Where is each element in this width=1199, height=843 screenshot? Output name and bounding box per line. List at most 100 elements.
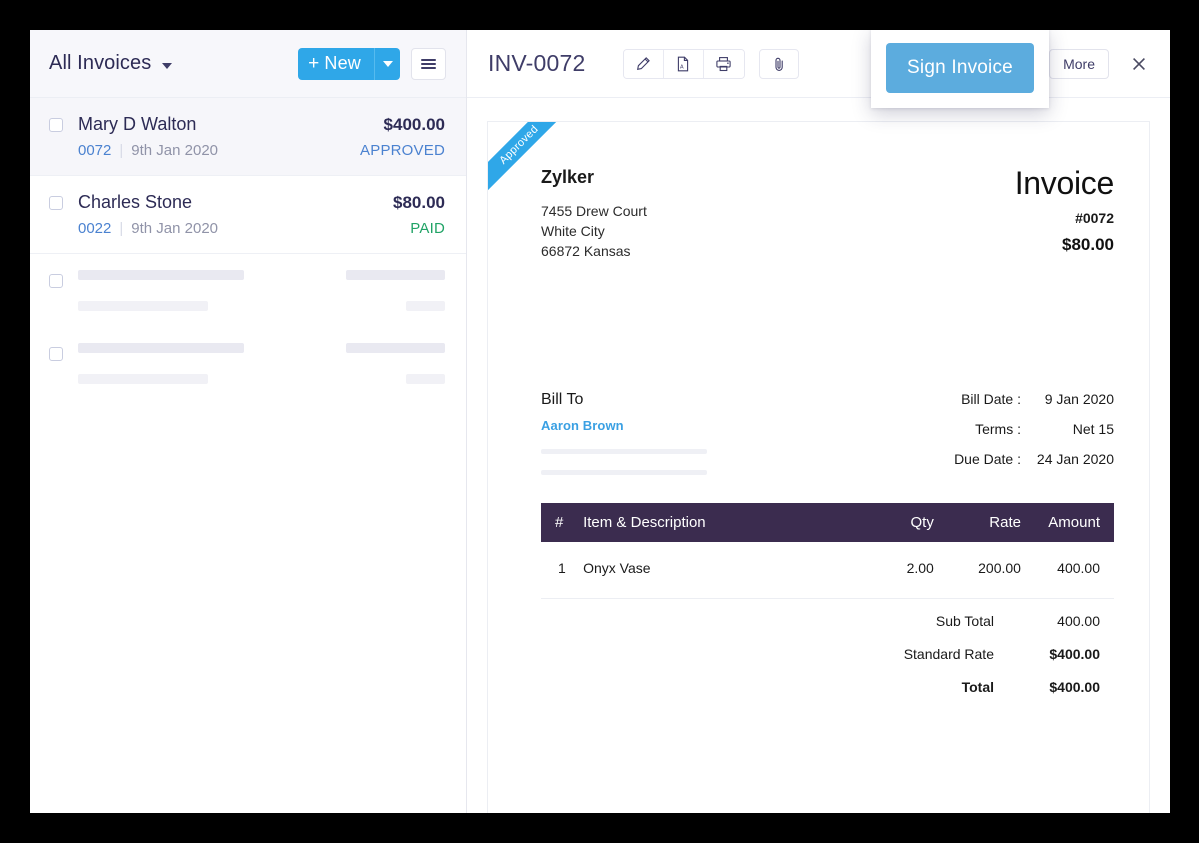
total-label: Sub Total	[935, 613, 994, 629]
placeholder-bar	[406, 301, 445, 311]
placeholder-body	[78, 343, 445, 384]
sign-invoice-button[interactable]: Sign Invoice	[886, 43, 1034, 93]
invoice-number: 0072	[78, 142, 112, 159]
placeholder-line	[78, 270, 445, 280]
date-label: Due Date :	[954, 451, 1021, 467]
total-row-grand-total: Total $400.00	[541, 679, 1114, 695]
list-title: All Invoices	[49, 52, 152, 74]
list-item-placeholder	[30, 254, 466, 327]
invoice-totals: Sub Total 400.00 Standard Rate $400.00 T…	[541, 613, 1114, 695]
address-line-3: 66872 Kansas	[541, 243, 631, 259]
total-value: $400.00	[1049, 646, 1100, 662]
total-label: Total	[961, 679, 994, 695]
sidebar-header: All Invoices + New	[30, 30, 466, 98]
bill-to-block: Bill To Aaron Brown	[541, 391, 707, 475]
list-item-primary-line: Charles Stone $80.00	[78, 192, 445, 213]
total-row-subtotal: Sub Total 400.00	[541, 613, 1114, 629]
separator: |	[119, 142, 124, 159]
row-checkbox[interactable]	[49, 274, 63, 288]
date-value: 9 Jan 2020	[1044, 391, 1114, 407]
page-title: INV-0072	[488, 50, 586, 76]
detail-toolbar: INV-0072 A More Sign Invoice	[467, 30, 1170, 108]
list-options-button[interactable]	[411, 47, 446, 80]
edit-pencil-icon	[637, 56, 650, 70]
plus-icon: +	[308, 53, 320, 74]
close-x-icon	[1133, 57, 1145, 70]
new-button-group: + New	[298, 47, 400, 80]
row-checkbox[interactable]	[49, 196, 63, 210]
attachment-paperclip-icon-button[interactable]	[758, 48, 799, 79]
svg-text:A: A	[680, 64, 684, 70]
invoice-filter-dropdown[interactable]: All Invoices	[49, 52, 173, 75]
invoice-detail-pane: INV-0072 A More Sign Invoice Approved Zy…	[467, 30, 1170, 813]
placeholder-line	[78, 343, 445, 353]
more-button[interactable]: More	[1049, 48, 1109, 79]
placeholder-bar	[78, 301, 208, 311]
invoice-header-amount: $80.00	[1062, 235, 1114, 254]
date-row: Due Date : 24 Jan 2020	[954, 451, 1114, 467]
table-row: 1 Onyx Vase 2.00 200.00 400.00	[541, 542, 1114, 599]
sign-invoice-spotlight: Sign Invoice	[871, 30, 1049, 108]
cell-description: Onyx Vase	[583, 542, 852, 599]
invoice-date: 9th Jan 2020	[131, 220, 219, 237]
invoice-list: Mary D Walton $400.00 0072 | 9th Jan 202…	[30, 98, 466, 813]
close-button[interactable]	[1127, 52, 1151, 76]
line-items-header: # Item & Description Qty Rate Amount	[541, 503, 1114, 542]
device-frame: All Invoices + New Mary D Walton $400.00…	[0, 0, 1199, 843]
invoice-heading: Invoice	[1014, 165, 1115, 201]
bill-to-customer-link[interactable]: Aaron Brown	[541, 418, 707, 433]
cell-qty: 2.00	[851, 542, 934, 599]
table-header-row: # Item & Description Qty Rate Amount	[541, 503, 1114, 542]
row-checkbox[interactable]	[49, 118, 63, 132]
list-item-body: Charles Stone $80.00 0022 | 9th Jan 2020…	[78, 192, 445, 237]
organization-address: 7455 Drew Court White City 66872 Kansas	[541, 201, 647, 261]
row-checkbox[interactable]	[49, 347, 63, 361]
placeholder-bar	[78, 374, 208, 384]
list-item-placeholder	[30, 327, 466, 400]
document-action-group: A	[622, 48, 745, 79]
pdf-file-icon: A	[677, 56, 689, 71]
app-window: All Invoices + New Mary D Walton $400.00…	[30, 30, 1170, 813]
customer-name: Charles Stone	[78, 192, 193, 212]
placeholder-bar	[78, 343, 244, 353]
placeholder-bar	[541, 470, 707, 475]
invoice-dates: Bill Date : 9 Jan 2020 Terms : Net 15 Du…	[954, 391, 1114, 475]
list-item[interactable]: Mary D Walton $400.00 0072 | 9th Jan 202…	[30, 98, 466, 176]
date-row: Bill Date : 9 Jan 2020	[954, 391, 1114, 407]
placeholder-gap	[78, 353, 445, 374]
new-button-dropdown[interactable]	[374, 47, 400, 80]
invoice-header: Zylker 7455 Drew Court White City 66872 …	[541, 167, 1114, 261]
chevron-down-icon	[162, 62, 173, 69]
placeholder-body	[78, 270, 445, 311]
list-item[interactable]: Charles Stone $80.00 0022 | 9th Jan 2020…	[30, 176, 466, 254]
pdf-file-icon-button[interactable]: A	[663, 49, 704, 78]
status-badge: PAID	[410, 220, 445, 237]
placeholder-bar	[346, 343, 445, 353]
invoice-document: Approved Zylker 7455 Drew Court White Ci…	[487, 121, 1150, 813]
address-line-1: 7455 Drew Court	[541, 203, 647, 219]
bill-to-label: Bill To	[541, 391, 584, 408]
date-label: Terms :	[975, 421, 1021, 437]
printer-icon	[716, 56, 731, 71]
placeholder-bar	[346, 270, 445, 280]
edit-pencil-icon-button[interactable]	[623, 49, 664, 78]
invoice-preview-scroll[interactable]: Approved Zylker 7455 Drew Court White Ci…	[467, 98, 1170, 813]
placeholder-bar	[406, 374, 445, 384]
invoice-amount: $400.00	[383, 115, 445, 134]
date-value: 24 Jan 2020	[1036, 451, 1114, 467]
list-item-primary-line: Mary D Walton $400.00	[78, 114, 445, 135]
printer-icon-button[interactable]	[703, 49, 744, 78]
placeholder-bar	[541, 449, 707, 454]
cell-rate: 200.00	[933, 542, 1021, 599]
invoice-amount: $80.00	[393, 193, 445, 212]
placeholder-line	[78, 301, 445, 311]
hamburger-icon-bar	[421, 62, 436, 65]
invoice-meta-block: Invoice #0072 $80.00	[1014, 165, 1115, 261]
column-header-index: #	[541, 503, 584, 542]
invoice-list-sidebar: All Invoices + New Mary D Walton $400.00…	[30, 30, 467, 813]
total-value: 400.00	[1057, 613, 1100, 629]
placeholder-bar	[78, 270, 244, 280]
column-header-amount: Amount	[1020, 503, 1114, 542]
date-row: Terms : Net 15	[954, 421, 1114, 437]
new-button[interactable]: + New	[298, 47, 374, 80]
